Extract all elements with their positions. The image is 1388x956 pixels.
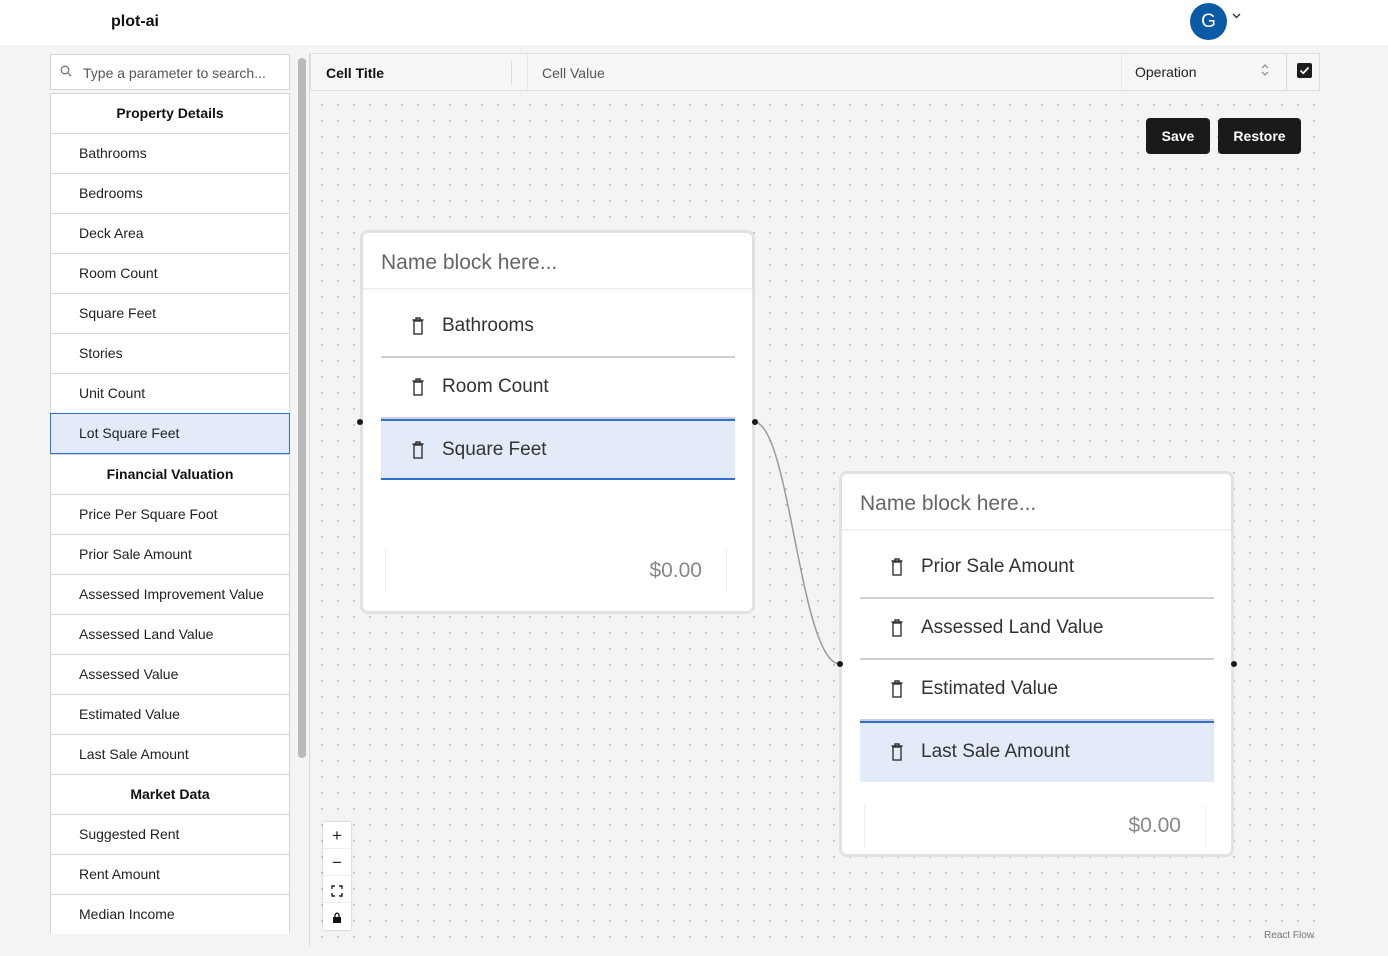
checkmark-icon	[1299, 66, 1310, 75]
sidebar-item[interactable]: Stories	[50, 333, 290, 373]
cell-title[interactable]: Cell Title	[326, 65, 384, 81]
restore-button[interactable]: Restore	[1218, 118, 1301, 154]
cell-value-placeholder: Cell Value	[542, 65, 605, 81]
search-box	[50, 54, 290, 90]
block-item[interactable]: Bathrooms	[381, 297, 735, 358]
sidebar-item[interactable]: Suggested Rent	[50, 814, 290, 854]
trash-icon[interactable]	[891, 680, 903, 698]
search-icon	[60, 65, 72, 77]
sidebar-item[interactable]: Price Per Square Foot	[50, 494, 290, 534]
group-header: Financial Valuation	[50, 454, 290, 494]
divider	[511, 61, 512, 85]
block-name-field[interactable]: Name block here...	[842, 474, 1231, 530]
block-output-handle[interactable]	[1231, 661, 1237, 667]
sidebar-item[interactable]: Assessed Land Value	[50, 614, 290, 654]
fit-view-icon	[331, 884, 343, 897]
block-item-label: Prior Sale Amount	[921, 556, 1075, 577]
block-name-field[interactable]: Name block here...	[363, 233, 752, 289]
save-button[interactable]: Save	[1146, 118, 1210, 154]
block-name-placeholder: Name block here...	[381, 251, 558, 274]
sidebar-scrollbar[interactable]	[298, 58, 306, 758]
block-total: $0.00	[864, 804, 1206, 848]
block-total-value: $0.00	[1128, 814, 1181, 837]
sidebar-item[interactable]: Assessed Value	[50, 654, 290, 694]
block-item-label: Assessed Land Value	[921, 617, 1104, 638]
block-item[interactable]: Square Feet	[381, 419, 735, 480]
operation-label: Operation	[1135, 64, 1197, 80]
sidebar-item[interactable]: Square Feet	[50, 293, 290, 333]
fit-view-button[interactable]	[323, 876, 351, 903]
trash-icon[interactable]	[891, 619, 903, 637]
sidebar-item[interactable]: Prior Sale Amount	[50, 534, 290, 574]
operation-select[interactable]: Operation	[1123, 54, 1286, 90]
search-input[interactable]	[83, 63, 283, 83]
user-avatar[interactable]: G	[1190, 3, 1227, 40]
top-bar: plot-ai G	[0, 0, 1388, 45]
main-area: Property DetailsBathroomsBedroomsDeck Ar…	[0, 45, 1388, 956]
trash-icon[interactable]	[412, 378, 424, 396]
sidebar-item[interactable]: Assessed Improvement Value	[50, 574, 290, 614]
block-item-label: Last Sale Amount	[921, 741, 1070, 762]
block-output-handle[interactable]	[752, 419, 758, 425]
block-total-value: $0.00	[649, 559, 702, 582]
group-header: Market Data	[50, 774, 290, 814]
trash-icon[interactable]	[891, 743, 903, 761]
block-item-label: Bathrooms	[442, 315, 534, 336]
sidebar-item[interactable]: Bathrooms	[50, 133, 290, 173]
sidebar-item[interactable]: Estimated Value	[50, 694, 290, 734]
sort-arrows-icon	[1261, 63, 1269, 79]
sidebar-item[interactable]: Unit Count	[50, 373, 290, 413]
parameter-sidebar: Property DetailsBathroomsBedroomsDeck Ar…	[50, 54, 290, 946]
block-item[interactable]: Room Count	[381, 358, 735, 419]
block-item-label: Estimated Value	[921, 678, 1058, 699]
block-name-placeholder: Name block here...	[860, 492, 1037, 515]
connection-edge	[753, 421, 841, 665]
block-input-handle[interactable]	[837, 661, 843, 667]
sidebar-item[interactable]: Last Sale Amount	[50, 734, 290, 774]
block-item[interactable]: Estimated Value	[860, 660, 1214, 721]
cell-value-field[interactable]: Cell Value	[527, 54, 1122, 90]
chevron-down-icon[interactable]	[1232, 11, 1241, 22]
trash-icon[interactable]	[412, 317, 424, 335]
block-item-label: Square Feet	[442, 439, 547, 460]
app-title: plot-ai	[111, 13, 159, 30]
lock-icon	[333, 912, 341, 924]
block-input-handle[interactable]	[357, 419, 363, 425]
block-total: $0.00	[385, 549, 727, 593]
flow-canvas[interactable]: Name block here... Bathrooms Room Count Sq…	[310, 45, 1320, 951]
block-item-label: Room Count	[442, 376, 549, 397]
calc-block[interactable]: Name block here... Bathrooms Room Count Sq…	[360, 230, 755, 614]
cell-bar: Cell Title Cell Value Operation	[310, 53, 1320, 91]
parameter-list: Property Details Bathrooms Bedrooms Deck Ar…	[50, 93, 290, 934]
group-header: Property Details	[50, 93, 290, 133]
calc-block[interactable]: Name block here... Prior Sale Amount Asse…	[839, 471, 1234, 857]
sidebar-item[interactable]: Deck Area	[50, 213, 290, 253]
sidebar-item[interactable]: Room Count	[50, 253, 290, 293]
trash-icon[interactable]	[412, 441, 424, 459]
flow-controls: + −	[323, 822, 351, 930]
zoom-in-button[interactable]: +	[323, 822, 351, 849]
zoom-out-button[interactable]: −	[323, 849, 351, 876]
checkbox-cell	[1286, 54, 1320, 90]
block-item[interactable]: Prior Sale Amount	[860, 538, 1214, 599]
react-flow-attribution[interactable]: React Flow	[1264, 930, 1314, 941]
sidebar-item[interactable]: Lot Square Feet	[50, 413, 290, 454]
sidebar-item[interactable]: Rent Amount	[50, 854, 290, 894]
sidebar-item[interactable]: Bedrooms	[50, 173, 290, 213]
trash-icon[interactable]	[891, 558, 903, 576]
block-item[interactable]: Assessed Land Value	[860, 599, 1214, 660]
sidebar-item[interactable]: Median Income	[50, 894, 290, 934]
cell-checkbox[interactable]	[1297, 63, 1312, 78]
lock-button[interactable]	[323, 903, 351, 930]
block-item[interactable]: Last Sale Amount	[860, 721, 1214, 782]
